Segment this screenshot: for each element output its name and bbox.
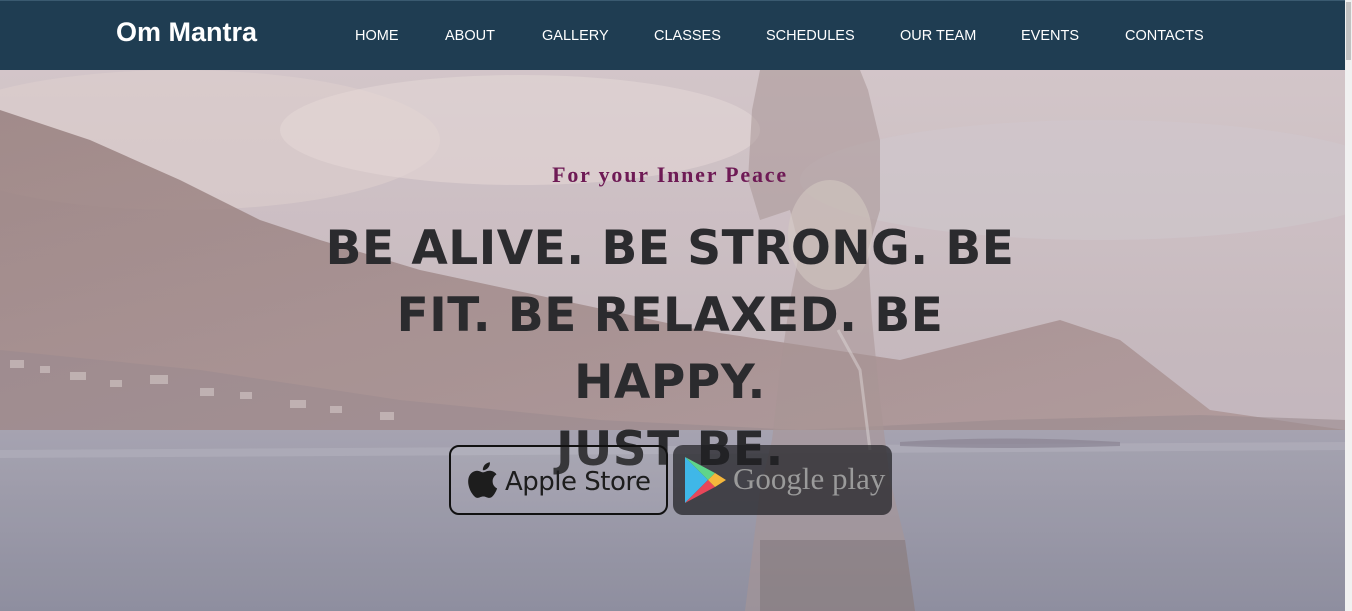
apple-store-button[interactable]: Apple Store: [449, 445, 668, 515]
nav-contacts[interactable]: CONTACTS: [1125, 28, 1204, 44]
nav-gallery[interactable]: GALLERY: [542, 28, 609, 44]
scrollbar-thumb[interactable]: [1346, 2, 1351, 60]
nav-our-team[interactable]: OUR TEAM: [900, 28, 976, 44]
headline-line-3: JUST BE.: [556, 422, 784, 477]
nav-classes[interactable]: CLASSES: [654, 28, 721, 44]
hero-headline: BE ALIVE. BE STRONG. BE FIT. BE RELAXED.…: [305, 215, 1035, 483]
google-play-button[interactable]: Google play: [673, 445, 892, 515]
apple-store-label: Apple Store: [505, 467, 651, 497]
vertical-scrollbar[interactable]: [1345, 0, 1352, 611]
brand-logo[interactable]: Om Mantra: [116, 17, 257, 48]
headline-line-1: BE ALIVE. BE STRONG. BE: [325, 221, 1015, 276]
nav-events[interactable]: EVENTS: [1021, 28, 1079, 44]
hero-tagline: For your Inner Peace: [552, 162, 788, 187]
headline-line-2: FIT. BE RELAXED. BE HAPPY.: [396, 288, 944, 410]
nav-home[interactable]: HOME: [355, 28, 399, 44]
google-play-label: Google play: [733, 461, 886, 496]
top-navbar: Om Mantra HOME ABOUT GALLERY CLASSES SCH…: [0, 0, 1345, 70]
nav-schedules[interactable]: SCHEDULES: [766, 28, 855, 44]
nav-about[interactable]: ABOUT: [445, 28, 495, 44]
hero-section: For your Inner Peace BE ALIVE. BE STRONG…: [0, 70, 1345, 611]
